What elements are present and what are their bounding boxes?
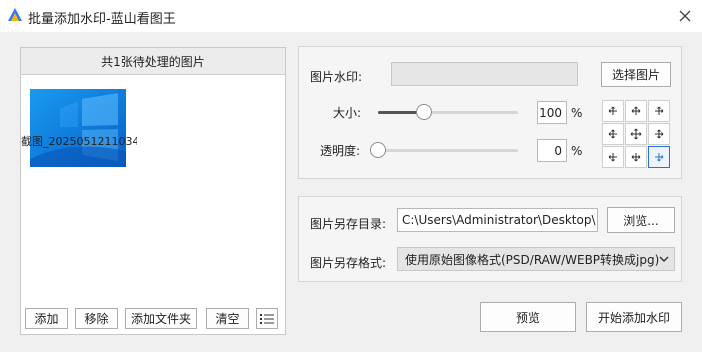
arrow-middle-left-icon bbox=[608, 129, 617, 139]
arrow-bottom-center-icon bbox=[631, 153, 641, 162]
app-logo-icon bbox=[8, 8, 22, 21]
arrow-middle-right-icon bbox=[655, 129, 664, 139]
watermark-image-field[interactable] bbox=[391, 62, 578, 86]
title-bar: 批量添加水印-蓝山看图王 bbox=[0, 0, 702, 32]
browse-button[interactable]: 浏览... bbox=[607, 207, 675, 233]
position-bottom-center[interactable] bbox=[625, 146, 647, 168]
opacity-label: 透明度: bbox=[320, 144, 361, 158]
list-icon bbox=[260, 313, 274, 324]
watermark-image-label: 图片水印: bbox=[310, 70, 363, 84]
arrow-bottom-left-icon bbox=[608, 153, 617, 162]
opacity-slider-thumb[interactable] bbox=[370, 142, 386, 158]
size-input[interactable]: 100 bbox=[537, 101, 567, 124]
opacity-unit: % bbox=[571, 144, 583, 158]
position-bottom-right[interactable] bbox=[648, 146, 670, 168]
arrow-top-right-icon bbox=[655, 106, 664, 115]
position-middle-left[interactable] bbox=[602, 123, 624, 145]
close-button[interactable] bbox=[676, 7, 694, 25]
size-label: 大小: bbox=[333, 106, 362, 120]
save-format-value: 使用原始图像格式(PSD/RAW/WEBP转换成jpg) bbox=[405, 252, 660, 267]
save-dir-label: 图片另存目录: bbox=[310, 217, 387, 231]
file-list-panel: 共1张待处理的图片 bbox=[20, 47, 286, 335]
select-image-button[interactable]: 选择图片 bbox=[601, 62, 671, 87]
chevron-down-icon bbox=[659, 256, 669, 262]
file-name: 截图_20250512110344 bbox=[21, 135, 137, 148]
file-thumbnail[interactable] bbox=[30, 89, 126, 167]
position-middle-right[interactable] bbox=[648, 123, 670, 145]
arrow-top-left-icon bbox=[608, 106, 617, 115]
save-format-select[interactable]: 使用原始图像格式(PSD/RAW/WEBP转换成jpg) bbox=[397, 247, 675, 271]
add-button[interactable]: 添加 bbox=[25, 308, 68, 329]
size-unit: % bbox=[571, 106, 583, 120]
preview-button[interactable]: 预览 bbox=[480, 302, 576, 332]
opacity-slider-track[interactable] bbox=[378, 149, 518, 152]
position-top-right[interactable] bbox=[648, 100, 670, 122]
arrow-center-icon bbox=[630, 128, 642, 140]
arrow-bottom-right-icon bbox=[655, 153, 664, 162]
start-watermark-button[interactable]: 开始添加水印 bbox=[586, 302, 682, 332]
save-dir-field[interactable]: C:\Users\Administrator\Desktop\ bbox=[397, 208, 598, 232]
opacity-input[interactable]: 0 bbox=[537, 139, 567, 162]
add-folder-button[interactable]: 添加文件夹 bbox=[125, 308, 197, 329]
arrow-top-center-icon bbox=[631, 106, 641, 115]
size-slider-track[interactable] bbox=[378, 111, 518, 114]
clear-button[interactable]: 清空 bbox=[206, 308, 249, 329]
file-list-header: 共1张待处理的图片 bbox=[21, 48, 285, 75]
save-format-label: 图片另存格式: bbox=[310, 256, 387, 270]
thumbnail-image bbox=[30, 89, 126, 167]
position-top-center[interactable] bbox=[625, 100, 647, 122]
position-bottom-left[interactable] bbox=[602, 146, 624, 168]
position-top-left[interactable] bbox=[602, 100, 624, 122]
window-title: 批量添加水印-蓝山看图王 bbox=[28, 12, 176, 27]
close-icon bbox=[679, 10, 691, 22]
position-grid bbox=[602, 100, 671, 168]
list-view-button[interactable] bbox=[256, 308, 278, 329]
remove-button[interactable]: 移除 bbox=[75, 308, 118, 329]
position-center[interactable] bbox=[625, 123, 647, 145]
